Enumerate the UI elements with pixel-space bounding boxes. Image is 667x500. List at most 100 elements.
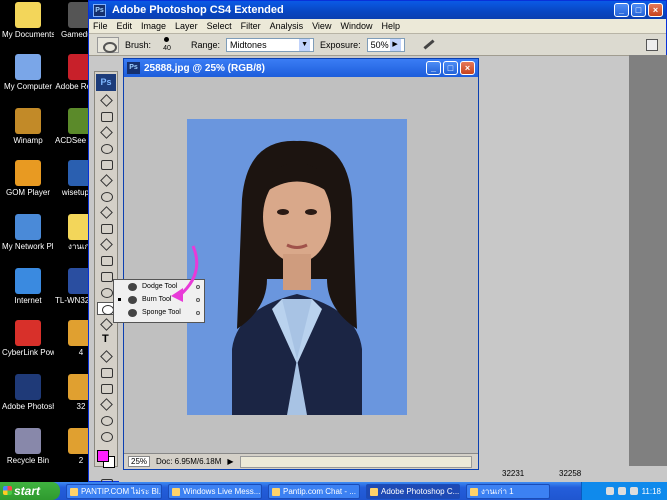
brush-preset-picker[interactable]: 40 bbox=[157, 36, 177, 54]
desktop-icon-label: My Documents bbox=[2, 30, 54, 39]
range-select[interactable]: Midtones ▼ bbox=[226, 37, 315, 52]
path-selection-tool-icon[interactable] bbox=[97, 350, 115, 363]
quick-selection-tool-icon[interactable] bbox=[97, 142, 115, 155]
flyout-item[interactable]: Sponge Tool bbox=[114, 306, 204, 319]
shortcut-dot-icon bbox=[196, 310, 200, 315]
menu-item[interactable]: Edit bbox=[117, 21, 133, 31]
hand-tool-icon[interactable] bbox=[97, 414, 115, 427]
3d-tool-icon[interactable] bbox=[97, 398, 115, 411]
clock[interactable]: 11:18 bbox=[642, 487, 661, 496]
desktop-icon-image bbox=[15, 160, 41, 186]
taskbar-button[interactable]: PANTIP.COM ไม่ระ Bl... bbox=[66, 483, 162, 499]
desktop-icon[interactable]: My Network Places bbox=[2, 214, 54, 251]
panel-toggle-icon[interactable] bbox=[646, 38, 658, 51]
tool-preset-picker[interactable] bbox=[97, 36, 119, 53]
tools-panel: Ps bbox=[94, 71, 118, 489]
tray-icon[interactable] bbox=[629, 487, 638, 495]
window-title: Adobe Photoshop CS4 Extended bbox=[112, 4, 284, 16]
desktop-icon-label: Winamp bbox=[13, 136, 43, 145]
menu-item[interactable]: Window bbox=[340, 21, 372, 31]
ruler-value: 32258 bbox=[559, 469, 582, 478]
foreground-color-swatch[interactable] bbox=[97, 450, 109, 462]
desktop-icon-image bbox=[15, 268, 41, 294]
menu-item[interactable]: Layer bbox=[175, 21, 198, 31]
doc-close-button[interactable]: × bbox=[460, 61, 475, 75]
portrait-photo[interactable] bbox=[187, 119, 407, 415]
desktop-icon-label: My Network Places bbox=[2, 242, 54, 251]
type-tool-icon[interactable] bbox=[97, 333, 115, 347]
taskbar-button[interactable]: Windows Live Mess... bbox=[168, 483, 262, 499]
brush-tool-icon[interactable] bbox=[97, 206, 115, 219]
document-title-bar[interactable]: Ps 25888.jpg @ 25% (RGB/8) _ □ × bbox=[124, 59, 478, 77]
menu-item[interactable]: Filter bbox=[241, 21, 261, 31]
range-value: Midtones bbox=[230, 39, 267, 50]
desktop-icon-image bbox=[15, 214, 41, 240]
menu-item[interactable]: Help bbox=[381, 21, 400, 31]
doc-size[interactable]: Doc: 6.95M/6.18M bbox=[156, 457, 221, 466]
crop-tool-icon[interactable] bbox=[97, 158, 115, 171]
desktop-icon[interactable]: My Computer bbox=[2, 54, 54, 91]
chevron-down-icon: ▼ bbox=[299, 38, 311, 51]
spot-healing-tool-icon[interactable] bbox=[97, 190, 115, 203]
lasso-tool-icon[interactable] bbox=[97, 126, 115, 139]
menu-item[interactable]: View bbox=[312, 21, 331, 31]
exposure-value: 50% bbox=[370, 39, 389, 50]
menu-item[interactable]: Select bbox=[207, 21, 232, 31]
doc-minimize-button[interactable]: _ bbox=[426, 61, 441, 75]
close-button[interactable]: × bbox=[648, 3, 663, 17]
history-brush-tool-icon[interactable] bbox=[97, 238, 115, 251]
desktop-icon[interactable]: GOM Player bbox=[2, 160, 54, 197]
horizontal-scrollbar[interactable] bbox=[239, 455, 472, 468]
zoom-tool-icon[interactable] bbox=[97, 430, 115, 443]
desktop-icon-image bbox=[15, 374, 41, 400]
desktop-icon-image bbox=[15, 428, 41, 454]
minimize-button[interactable]: _ bbox=[614, 3, 629, 17]
airbrush-icon[interactable] bbox=[421, 37, 437, 53]
tray-icon[interactable] bbox=[617, 487, 626, 495]
taskbar-button[interactable]: Pantip.com Chat - ... bbox=[268, 483, 360, 499]
photoshop-app-icon: Ps bbox=[93, 3, 106, 17]
move-tool-icon[interactable] bbox=[97, 94, 115, 107]
eraser-tool-icon[interactable] bbox=[97, 254, 115, 267]
status-arrow-icon[interactable]: ▶ bbox=[227, 457, 233, 466]
exposure-input[interactable]: 50% ▶ bbox=[366, 37, 405, 52]
eyedropper-tool-icon[interactable] bbox=[97, 174, 115, 187]
chevron-right-icon: ▶ bbox=[389, 38, 401, 51]
desktop-icon[interactable]: Recycle Bin bbox=[2, 428, 54, 465]
desktop-icon[interactable]: Internet bbox=[2, 268, 54, 305]
zoom-level[interactable]: 25% bbox=[128, 456, 150, 467]
tray-icon[interactable] bbox=[605, 487, 614, 495]
desktop-icon[interactable]: Winamp bbox=[2, 108, 54, 145]
menu-item[interactable]: Analysis bbox=[270, 21, 304, 31]
marquee-tool-icon[interactable] bbox=[97, 110, 115, 123]
desktop-icon[interactable]: My Documents bbox=[2, 2, 54, 39]
tool-icon bbox=[128, 282, 137, 291]
tool-icon bbox=[128, 308, 137, 317]
brush-size: 40 bbox=[163, 44, 171, 52]
document-app-icon: Ps bbox=[127, 62, 140, 74]
exposure-label: Exposure: bbox=[320, 39, 361, 50]
brush-label: Brush: bbox=[125, 39, 152, 50]
desktop-icon-image bbox=[15, 108, 41, 134]
menu-item[interactable]: Image bbox=[141, 21, 166, 31]
pink-arrow-annotation bbox=[171, 245, 199, 302]
shape-tool-icon[interactable] bbox=[97, 366, 115, 379]
selected-marker-icon bbox=[118, 298, 121, 301]
menu-bar: File Edit Image Layer Select Filter Analysis Vi… bbox=[89, 19, 666, 34]
photoshop-title-bar[interactable]: Ps Adobe Photoshop CS4 Extended _ □ × bbox=[89, 1, 666, 19]
desktop-icon[interactable]: Adobe Photoshop CS4 bbox=[2, 374, 54, 411]
desktop-icon-label: Internet bbox=[14, 296, 42, 305]
notes-tool-icon[interactable] bbox=[97, 382, 115, 395]
doc-maximize-button[interactable]: □ bbox=[443, 61, 458, 75]
desktop-icon-image bbox=[15, 54, 41, 80]
maximize-button[interactable]: □ bbox=[631, 3, 646, 17]
desktop-icon[interactable]: CyberLink PowerDVD bbox=[2, 320, 54, 357]
range-label: Range: bbox=[191, 39, 221, 50]
clone-stamp-tool-icon[interactable] bbox=[97, 222, 115, 235]
taskbar-button[interactable]: Adobe Photoshop C... bbox=[366, 483, 460, 499]
options-bar: Brush: 40 Range: Midtones ▼ Exposure: 50… bbox=[89, 34, 666, 56]
menu-item[interactable]: File bbox=[93, 21, 108, 31]
taskbar-button[interactable]: งานเก่า 1 bbox=[466, 483, 550, 499]
start-button[interactable]: start bbox=[0, 482, 60, 500]
tool-icon bbox=[128, 295, 137, 304]
